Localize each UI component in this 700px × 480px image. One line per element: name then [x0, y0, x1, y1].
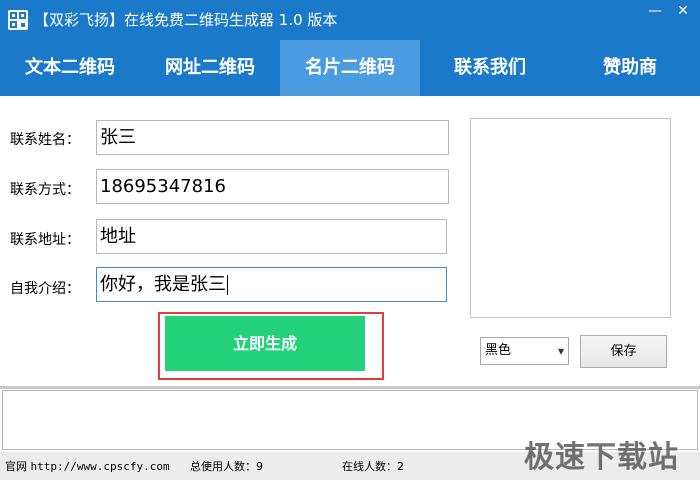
intro-label: 自我介绍： — [10, 281, 80, 297]
phone-field[interactable]: 18695347816 — [96, 169, 449, 204]
tab-card-qr[interactable]: 名片二维码 — [280, 40, 420, 96]
window-title: 【双彩飞扬】在线免费二维码生成器 1.0 版本 — [34, 11, 338, 29]
color-select-value: 黑色 — [485, 343, 512, 358]
tab-url-qr[interactable]: 网址二维码 — [140, 40, 280, 96]
title-bar: 【双彩飞扬】在线免费二维码生成器 1.0 版本 — ✕ — [0, 0, 700, 40]
tab-bar: 文本二维码 网址二维码 名片二维码 联系我们 赞助商 — [0, 40, 700, 96]
name-label: 联系姓名： — [10, 132, 80, 148]
minimize-button[interactable]: — — [640, 0, 670, 22]
text-caret — [227, 275, 228, 295]
total-users: 总使用人数：9 — [190, 460, 263, 473]
address-field[interactable]: 地址 — [96, 219, 447, 254]
qr-app-icon — [8, 10, 28, 30]
site-label: 官网 — [5, 460, 27, 473]
address-label: 联系地址： — [10, 232, 80, 248]
generate-button[interactable]: 立即生成 — [165, 316, 365, 371]
chevron-down-icon: ▾ — [557, 344, 564, 358]
tab-text-qr[interactable]: 文本二维码 — [0, 40, 140, 96]
phone-label: 联系方式： — [10, 182, 80, 198]
site-link[interactable]: http://www.cpscfy.com — [31, 460, 170, 473]
site-info: 官网 http://www.cpscfy.com — [5, 458, 170, 474]
qr-preview — [470, 118, 671, 318]
name-field[interactable]: 张三 — [96, 120, 449, 155]
tab-sponsors[interactable]: 赞助商 — [560, 40, 700, 96]
online-users: 在线人数：2 — [342, 460, 404, 473]
watermark-logo: 极速下载站 — [524, 440, 679, 475]
intro-field[interactable]: 你好，我是张三 — [96, 267, 447, 302]
close-button[interactable]: ✕ — [668, 0, 698, 22]
save-button[interactable]: 保存 — [580, 335, 667, 368]
tab-contact-us[interactable]: 联系我们 — [420, 40, 560, 96]
intro-text: 你好，我是张三 — [100, 274, 226, 295]
divider — [0, 386, 700, 389]
color-select[interactable]: 黑色 ▾ — [480, 337, 569, 365]
